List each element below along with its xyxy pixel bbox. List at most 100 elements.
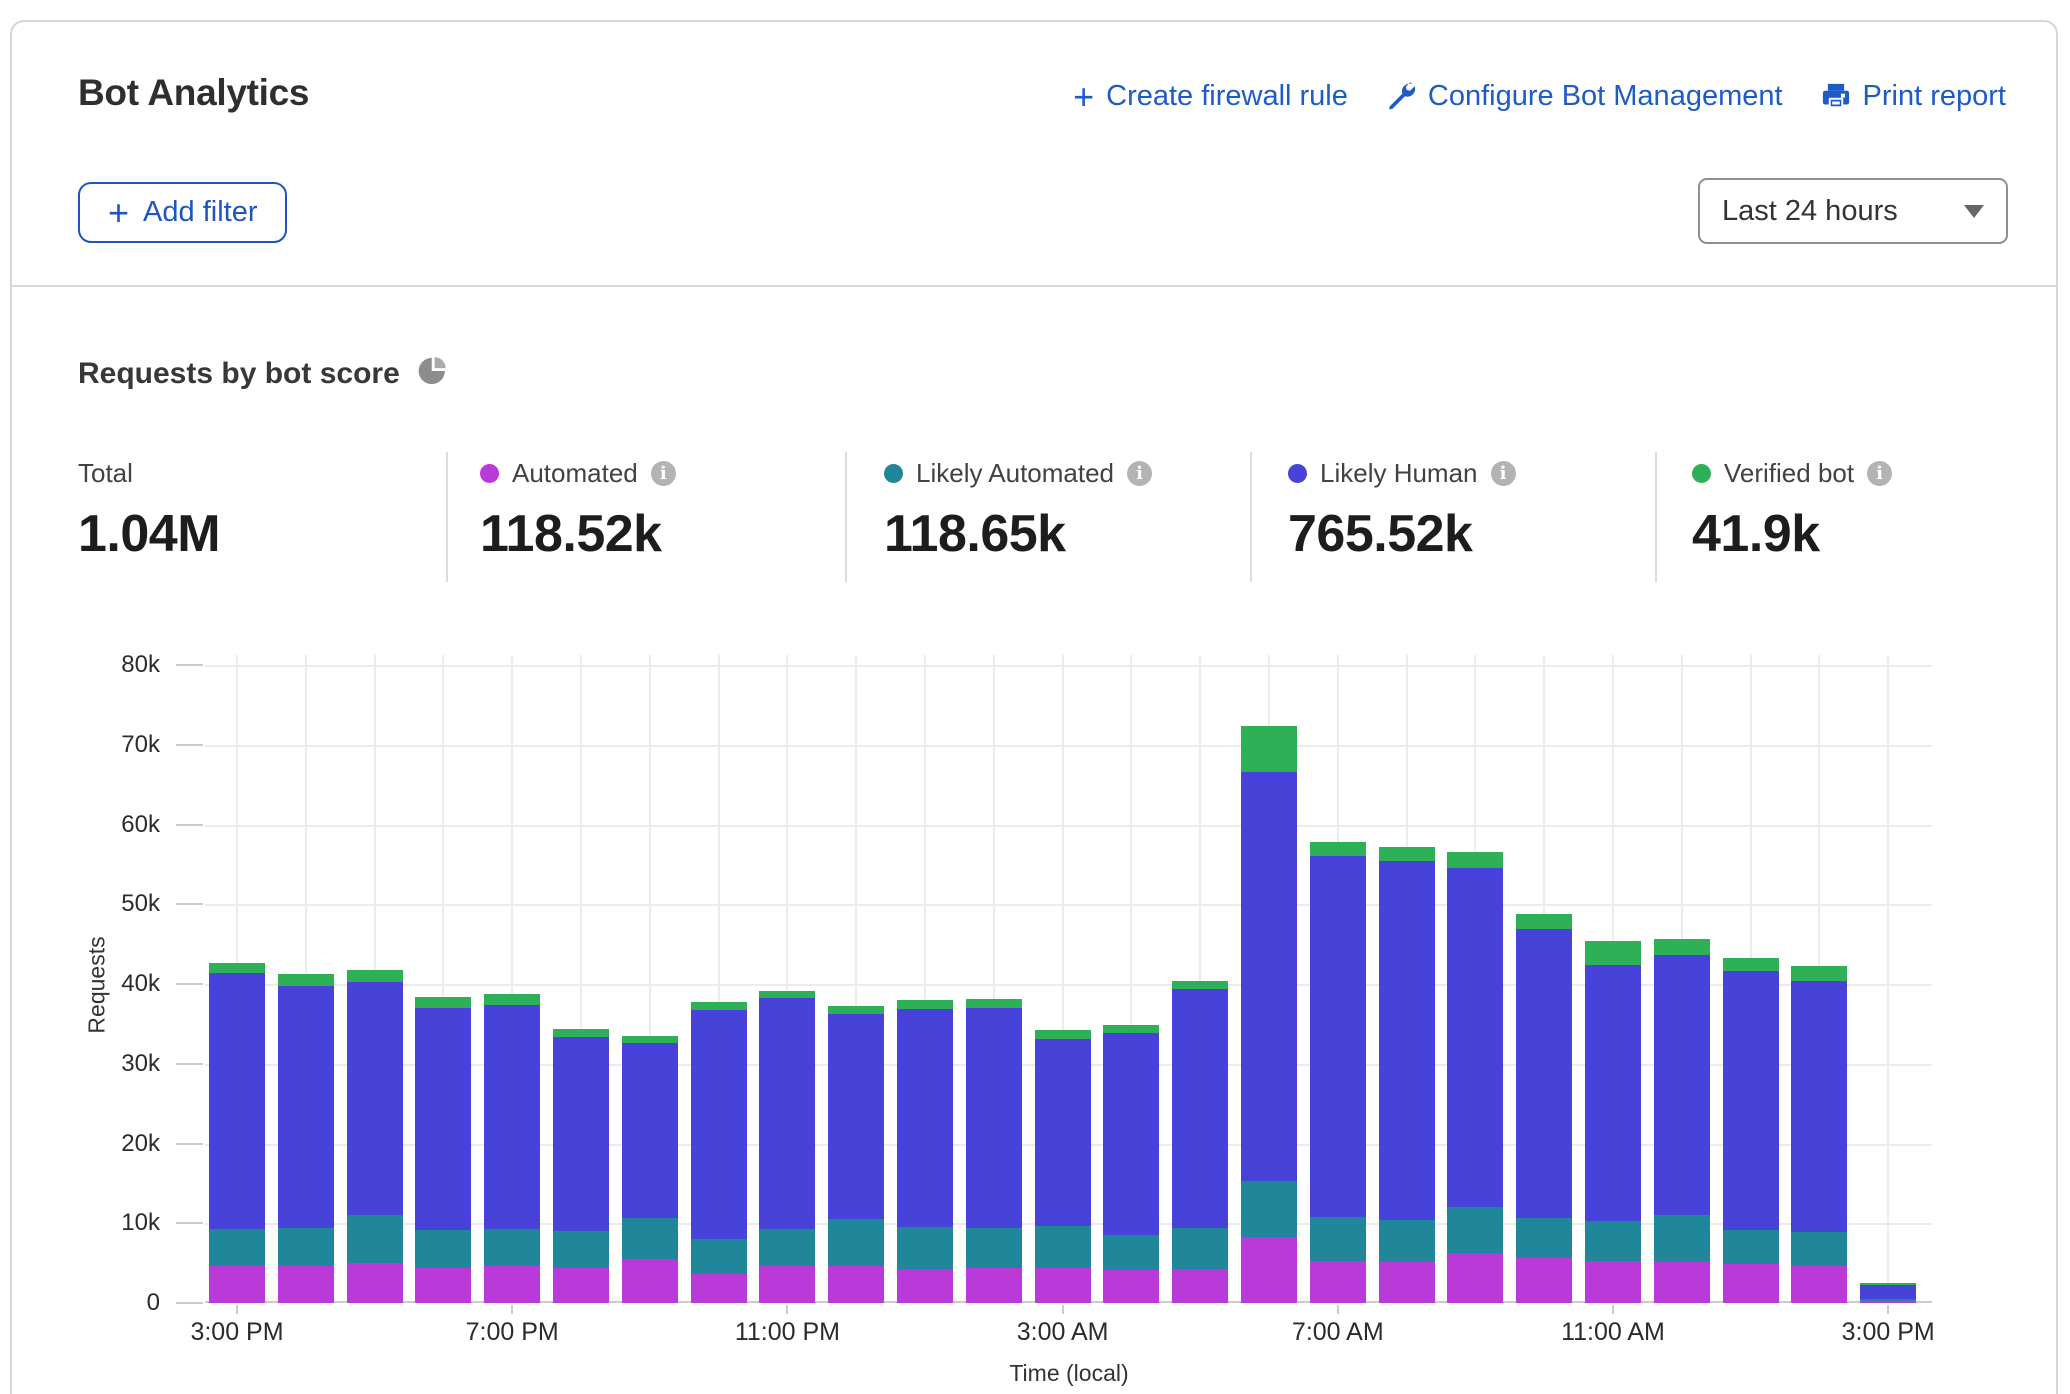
bar-segment[interactable] [828,1014,884,1220]
bar-segment[interactable] [1860,1283,1916,1285]
bar-segment[interactable] [897,1269,953,1303]
bar-segment[interactable] [1241,726,1297,771]
bar-segment[interactable] [484,1005,540,1229]
bar-segment[interactable] [1379,1220,1435,1261]
bar-segment[interactable] [691,1002,747,1009]
bar-segment[interactable] [1172,1228,1228,1269]
bar-segment[interactable] [484,1266,540,1303]
bar-segment[interactable] [1791,981,1847,1232]
bar-segment[interactable] [209,963,265,973]
bar-segment[interactable] [278,1266,334,1303]
bar-segment[interactable] [347,970,403,981]
bar-segment[interactable] [622,1043,678,1218]
bar-segment[interactable] [1103,1033,1159,1235]
bar-segment[interactable] [1172,1269,1228,1303]
bar-segment[interactable] [1516,929,1572,1218]
bar-segment[interactable] [1310,1261,1366,1303]
bar-segment[interactable] [484,994,540,1004]
bar-segment[interactable] [347,1263,403,1303]
bar-segment[interactable] [966,1268,1022,1303]
bar-segment[interactable] [415,1230,471,1267]
bar-segment[interactable] [828,1006,884,1014]
create-firewall-rule-link[interactable]: + Create firewall rule [1073,80,1348,113]
bar-segment[interactable] [278,974,334,985]
bar-segment[interactable] [1103,1270,1159,1303]
bar-segment[interactable] [1791,1232,1847,1266]
bar-segment[interactable] [828,1266,884,1303]
bar-segment[interactable] [691,1274,747,1304]
bar-segment[interactable] [691,1010,747,1240]
bar-segment[interactable] [347,982,403,1216]
bar-segment[interactable] [897,1227,953,1268]
bar-segment[interactable] [1447,1207,1503,1253]
bar-segment[interactable] [1585,1261,1641,1303]
bar-segment[interactable] [1516,1258,1572,1303]
info-icon[interactable]: i [1491,461,1516,486]
bar-segment[interactable] [1035,1268,1091,1303]
bar-segment[interactable] [966,1228,1022,1268]
bar-segment[interactable] [1585,941,1641,965]
bar-segment[interactable] [209,1266,265,1303]
bar-segment[interactable] [897,1000,953,1009]
bar-segment[interactable] [759,998,815,1228]
bar-segment[interactable] [1860,1285,1916,1299]
bar-segment[interactable] [1654,955,1710,1216]
bar-segment[interactable] [278,1228,334,1266]
bar-segment[interactable] [1241,1237,1297,1303]
bar-segment[interactable] [759,991,815,998]
bar-segment[interactable] [1516,914,1572,929]
bar-segment[interactable] [691,1239,747,1273]
bar-segment[interactable] [1310,1217,1366,1261]
bar-segment[interactable] [415,1008,471,1231]
bar-segment[interactable] [622,1218,678,1259]
bar-segment[interactable] [1860,1299,1916,1301]
bar-segment[interactable] [1723,1230,1779,1264]
bar-segment[interactable] [553,1231,609,1268]
bar-segment[interactable] [1379,847,1435,861]
bar-segment[interactable] [1172,981,1228,989]
bar-segment[interactable] [622,1259,678,1303]
bar-segment[interactable] [1447,868,1503,1207]
bar-segment[interactable] [553,1268,609,1303]
bar-segment[interactable] [209,973,265,1229]
bar-segment[interactable] [1379,861,1435,1220]
bar-segment[interactable] [1585,1221,1641,1261]
bar-segment[interactable] [966,999,1022,1008]
add-filter-button[interactable]: + Add filter [78,182,287,243]
bar-segment[interactable] [759,1266,815,1303]
bar-segment[interactable] [1035,1039,1091,1226]
bar-segment[interactable] [1860,1301,1916,1303]
bar-segment[interactable] [1723,971,1779,1229]
bar-segment[interactable] [1654,939,1710,954]
bar-segment[interactable] [1035,1226,1091,1268]
bar-segment[interactable] [484,1229,540,1266]
info-icon[interactable]: i [651,461,676,486]
print-report-link[interactable]: Print report [1821,80,2006,113]
bar-segment[interactable] [1723,958,1779,972]
bar-segment[interactable] [622,1036,678,1043]
info-icon[interactable]: i [1127,461,1152,486]
bar-segment[interactable] [1379,1262,1435,1303]
bar-segment[interactable] [1791,1266,1847,1303]
bar-segment[interactable] [1791,966,1847,980]
bar-segment[interactable] [1035,1030,1091,1039]
bar-segment[interactable] [1654,1262,1710,1303]
bar-segment[interactable] [1310,856,1366,1217]
bar-segment[interactable] [415,1268,471,1303]
bar-segment[interactable] [553,1037,609,1232]
bar-segment[interactable] [415,997,471,1008]
bar-segment[interactable] [1241,772,1297,1181]
bar-segment[interactable] [1723,1264,1779,1303]
configure-bot-management-link[interactable]: Configure Bot Management [1386,80,1783,113]
bar-segment[interactable] [828,1219,884,1265]
bar-segment[interactable] [1103,1025,1159,1033]
bar-segment[interactable] [347,1215,403,1263]
bar-segment[interactable] [1585,965,1641,1221]
bar-segment[interactable] [966,1008,1022,1228]
bar-segment[interactable] [759,1229,815,1266]
bar-segment[interactable] [1103,1235,1159,1269]
bar-segment[interactable] [1241,1181,1297,1237]
bar-segment[interactable] [1310,842,1366,856]
bar-segment[interactable] [897,1009,953,1228]
bar-segment[interactable] [1172,989,1228,1228]
